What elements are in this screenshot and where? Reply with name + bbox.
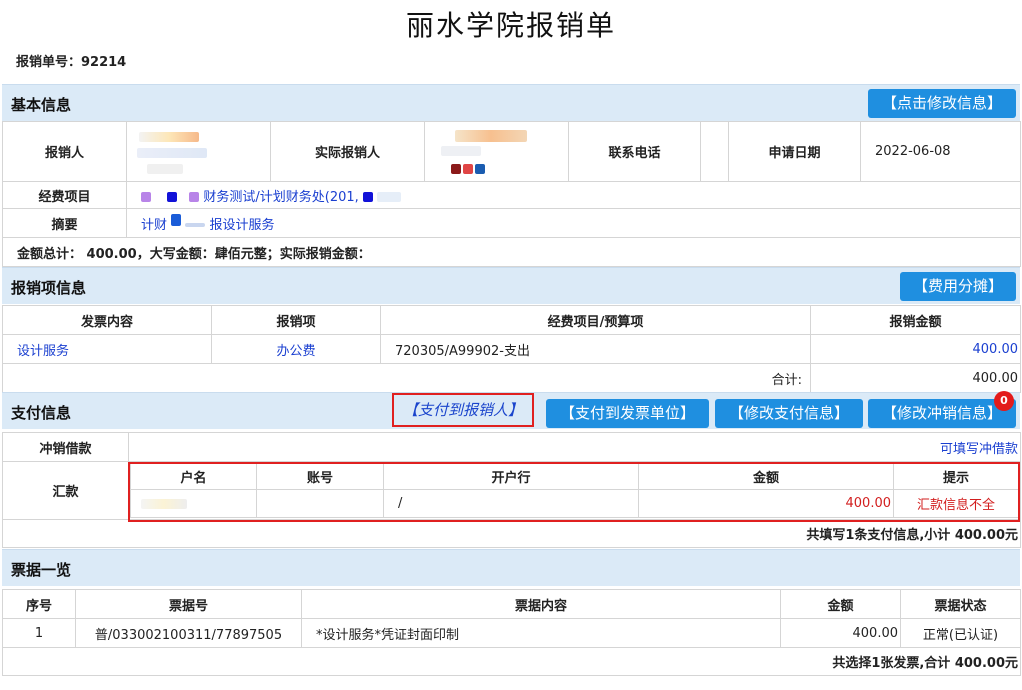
bills-header-number: 票据号	[75, 589, 302, 619]
applicant-value	[126, 121, 271, 182]
items-title: 报销项信息	[11, 279, 87, 297]
edit-info-button[interactable]: 【点击修改信息】	[868, 89, 1016, 118]
bills-summary: 共选择1张发票,合计 400.00元	[2, 647, 1021, 676]
actual-applicant-value	[424, 121, 569, 182]
table-row: 设计服务 办公费 720305/A99902-支出 400.00	[2, 334, 1021, 364]
document-number: 报销单号：92214	[16, 55, 127, 70]
item-budget: 720305/A99902-支出	[380, 334, 811, 364]
item-content: 设计服务	[2, 334, 212, 364]
offset-link[interactable]: 可填写冲借款	[128, 432, 1021, 462]
basic-info-header: 基本信息 【点击修改信息】	[2, 84, 1020, 121]
page-title: 丽水学院报销单	[405, 9, 616, 42]
actual-applicant-label: 实际报销人	[270, 121, 425, 182]
items-header-amount: 报销金额	[810, 305, 1021, 335]
items-header-item: 报销项	[211, 305, 381, 335]
date-label: 申请日期	[728, 121, 861, 182]
items-header: 报销项信息 【费用分摊】	[2, 267, 1020, 304]
notification-badge: 0	[994, 391, 1014, 411]
basic-info-table: 报销人 实际报销人 联系电话 申请日期 2022-06-08 经费项目 财务测试…	[2, 121, 1021, 267]
items-total-value: 400.00	[810, 363, 1021, 393]
bill-amount: 400.00	[780, 618, 901, 648]
payment-header: 支付信息 【支付到报销人】 【支付到发票单位】 【修改支付信息】 【修改冲销信息…	[2, 391, 1020, 429]
phone-label: 联系电话	[568, 121, 701, 182]
applicant-label: 报销人	[2, 121, 127, 182]
summary-value: 计财 报设计服务	[126, 208, 1021, 238]
payment-title: 支付信息	[11, 404, 72, 422]
bill-index: 1	[2, 618, 76, 648]
phone-value	[700, 121, 729, 182]
summary-text-b: 报设计服务	[209, 217, 275, 233]
offset-label: 冲销借款	[2, 432, 129, 462]
payment-summary: 共填写1条支付信息,小计 400.00元	[2, 519, 1021, 548]
items-header-budget: 经费项目/预算项	[380, 305, 811, 335]
items-table: 发票内容 报销项 经费项目/预算项 报销金额 设计服务 办公费 720305/A…	[2, 305, 1021, 393]
bill-number: 普/033002100311/77897505	[75, 618, 302, 648]
remit-highlight-box	[128, 462, 1020, 522]
items-total-label: 合计:	[2, 363, 811, 393]
summary-text-a: 计财	[141, 217, 168, 233]
bill-content: *设计服务*凭证封面印制	[301, 618, 781, 648]
bill-status: 正常(已认证)	[900, 618, 1021, 648]
project-value: 财务测试/计划财务处(201,	[126, 181, 1021, 209]
bills-table: 序号 票据号 票据内容 金额 票据状态 1 普/033002100311/778…	[2, 589, 1021, 676]
item-amount: 400.00	[810, 334, 1021, 364]
bills-header: 票据一览	[2, 549, 1020, 586]
bills-header-content: 票据内容	[301, 589, 781, 619]
bills-header-index: 序号	[2, 589, 76, 619]
remit-label: 汇款	[2, 461, 129, 520]
date-value: 2022-06-08	[860, 121, 1021, 182]
pay-to-invoice-unit-button[interactable]: 【支付到发票单位】	[546, 399, 709, 428]
bills-header-amount: 金额	[780, 589, 901, 619]
basic-info-title: 基本信息	[11, 96, 72, 114]
summary-label: 摘要	[2, 208, 127, 238]
pay-to-applicant-button[interactable]: 【支付到报销人】	[392, 393, 534, 427]
item-category: 办公费	[211, 334, 381, 364]
bills-header-status: 票据状态	[900, 589, 1021, 619]
items-header-content: 发票内容	[2, 305, 212, 335]
total-amount-line: 金额总计： 400.00，大写金额：肆佰元整；实际报销金额：	[2, 237, 1021, 267]
project-text: 财务测试/计划财务处(201,	[203, 189, 359, 205]
table-row: 1 普/033002100311/77897505 *设计服务*凭证封面印制 4…	[2, 618, 1021, 648]
bills-title: 票据一览	[11, 561, 72, 579]
project-label: 经费项目	[2, 181, 127, 209]
cost-split-button[interactable]: 【费用分摊】	[900, 272, 1016, 301]
edit-payment-button[interactable]: 【修改支付信息】	[715, 399, 863, 428]
